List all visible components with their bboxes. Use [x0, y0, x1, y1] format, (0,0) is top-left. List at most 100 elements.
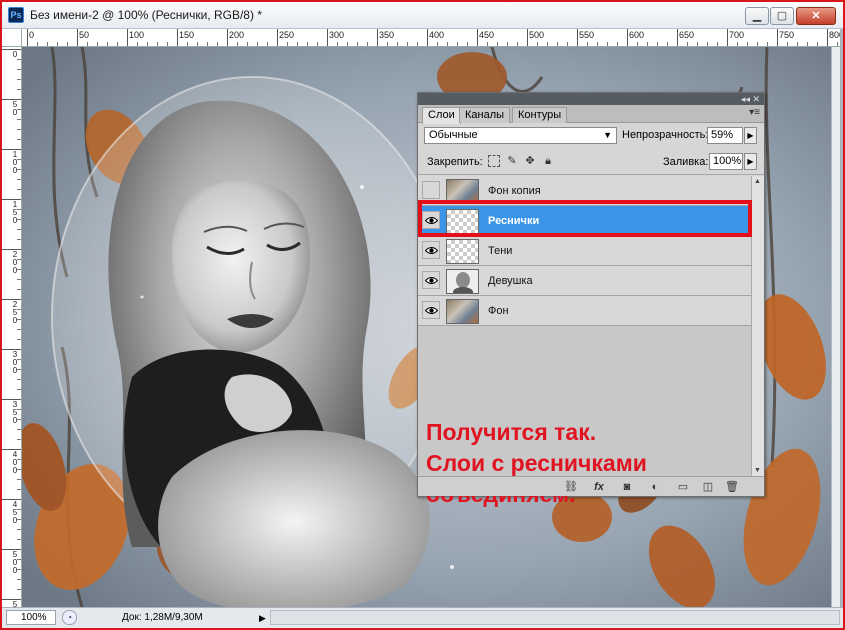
lock-brush-icon[interactable]: ✎ — [506, 155, 518, 167]
visibility-toggle[interactable] — [422, 211, 440, 229]
ruler-label: 250 — [12, 300, 18, 325]
ruler-minor-tick — [597, 42, 598, 46]
ruler-minor-tick — [17, 219, 21, 220]
layer-row-fon[interactable]: Фон — [418, 296, 751, 326]
scroll-down-icon[interactable]: ▼ — [754, 467, 761, 474]
scroll-up-icon[interactable]: ▲ — [754, 178, 761, 185]
visibility-toggle-empty[interactable] — [422, 181, 440, 199]
visibility-toggle[interactable] — [422, 241, 440, 259]
ruler-label: 0 — [29, 30, 35, 40]
ruler-minor-tick — [47, 42, 48, 46]
layer-row-devushka[interactable]: Девушка — [418, 266, 751, 296]
opacity-label: Непрозрачность: — [622, 129, 709, 141]
ruler-minor-tick — [487, 42, 488, 46]
ruler-minor-tick — [667, 42, 668, 46]
ruler-label: 100 — [12, 150, 18, 175]
ruler-minor-tick — [17, 329, 21, 330]
ruler-major-tick — [2, 99, 21, 100]
ruler-major-tick — [427, 29, 428, 46]
ruler-minor-tick — [17, 189, 21, 190]
layer-thumbnail — [446, 209, 479, 234]
zoom-field[interactable]: 100% — [6, 610, 56, 625]
ruler-label: 550 — [579, 30, 595, 40]
ruler-major-tick — [627, 29, 628, 46]
ruler-minor-tick — [17, 89, 21, 90]
layer-row-teni[interactable]: Тени — [418, 236, 751, 266]
vertical-ruler[interactable]: 050100150200250300350400450500550 — [2, 47, 22, 607]
ruler-minor-tick — [17, 239, 21, 240]
layer-name: Фон — [488, 305, 509, 317]
ruler-minor-tick — [17, 79, 21, 80]
zoom-options-icon[interactable]: ◔ — [62, 610, 77, 625]
vertical-scrollbar[interactable] — [831, 47, 840, 607]
ruler-minor-tick — [447, 42, 448, 46]
close-button[interactable]: ✕ — [796, 7, 836, 25]
mask-icon[interactable]: ◙ — [619, 480, 635, 494]
ruler-minor-tick — [117, 42, 118, 46]
photoshop-icon: Ps — [8, 7, 24, 23]
group-folder-icon[interactable]: ▭ — [675, 480, 691, 494]
new-layer-icon[interactable]: ◫ — [700, 480, 716, 494]
ruler-minor-tick — [237, 42, 238, 46]
tab-paths[interactable]: Контуры — [512, 107, 568, 123]
minimize-icon: ▁ — [752, 10, 762, 22]
lock-move-icon[interactable]: ✥ — [524, 155, 536, 167]
ruler-label: 300 — [12, 350, 18, 375]
fill-input[interactable]: 100% — [709, 153, 743, 170]
layer-name: Фон копия — [488, 185, 541, 197]
status-bar: 100% ◔ Док: 1,28M/9,30M ▶ — [2, 607, 843, 628]
horizontal-ruler[interactable]: 0 50 100 150 200 250 300 350 400 450 500 550 600 650 7… — [22, 29, 840, 47]
opacity-slider-arrow-icon[interactable]: ▶ — [744, 127, 757, 144]
ruler-minor-tick — [707, 42, 708, 46]
ruler-minor-tick — [17, 439, 21, 440]
ruler-minor-tick — [17, 69, 21, 70]
layer-thumbnail — [446, 179, 479, 204]
ruler-major-tick — [2, 399, 21, 400]
panel-collapse-icon[interactable]: ◂◂ ✕ — [741, 93, 760, 105]
ruler-minor-tick — [17, 289, 21, 290]
ruler-corner[interactable] — [2, 29, 22, 47]
opacity-input[interactable]: 59% — [707, 127, 743, 144]
lock-all-icon[interactable]: 🔒︎ — [542, 155, 554, 167]
fx-icon[interactable]: fx — [591, 480, 607, 494]
ruler-label: 150 — [179, 30, 195, 40]
ruler-minor-tick — [57, 42, 58, 46]
blend-mode-select[interactable]: Обычные ▼ — [424, 127, 617, 144]
horizontal-scrollbar[interactable] — [270, 610, 840, 625]
ruler-minor-tick — [17, 469, 21, 470]
layer-row-fon-kopiya[interactable]: Фон копия — [418, 176, 751, 206]
link-icon[interactable]: ⛓ — [563, 480, 579, 494]
ruler-minor-tick — [17, 309, 21, 310]
tab-layers[interactable]: Слои — [422, 107, 461, 124]
ruler-minor-tick — [17, 489, 21, 490]
maximize-button[interactable]: ▢ — [770, 7, 794, 25]
visibility-toggle[interactable] — [422, 301, 440, 319]
ruler-minor-tick — [387, 42, 388, 46]
layers-scrollbar[interactable]: ▲ ▼ — [751, 176, 764, 476]
title-bar[interactable]: Ps Без имени-2 @ 100% (Реснички, RGB/8) … — [2, 2, 843, 29]
ruler-minor-tick — [87, 42, 88, 46]
visibility-toggle[interactable] — [422, 271, 440, 289]
ruler-minor-tick — [17, 379, 21, 380]
ruler-label: 400 — [429, 30, 445, 40]
trash-icon[interactable]: 🗑︎ — [724, 480, 740, 494]
ruler-minor-tick — [17, 589, 21, 590]
ruler-minor-tick — [507, 42, 508, 46]
lock-transparency-icon[interactable] — [488, 155, 500, 167]
ruler-minor-tick — [757, 42, 758, 46]
panel-header[interactable]: ◂◂ ✕ — [418, 93, 764, 105]
tab-channels[interactable]: Каналы — [459, 107, 511, 123]
minimize-button[interactable]: ▁ — [745, 7, 769, 25]
panel-menu-icon[interactable]: ▾≡ — [749, 107, 760, 118]
ruler-minor-tick — [17, 129, 21, 130]
ruler-label: 0 — [12, 50, 18, 59]
ruler-major-tick — [2, 299, 21, 300]
status-menu-arrow-icon[interactable]: ▶ — [259, 613, 266, 624]
layer-row-resnichki[interactable]: Реснички — [418, 206, 751, 236]
ruler-label: 100 — [129, 30, 145, 40]
ruler-minor-tick — [17, 229, 21, 230]
adjustment-icon[interactable]: ◐ — [647, 480, 663, 494]
fill-slider-arrow-icon[interactable]: ▶ — [744, 153, 757, 170]
ruler-minor-tick — [537, 42, 538, 46]
ruler-label: 350 — [12, 400, 18, 425]
